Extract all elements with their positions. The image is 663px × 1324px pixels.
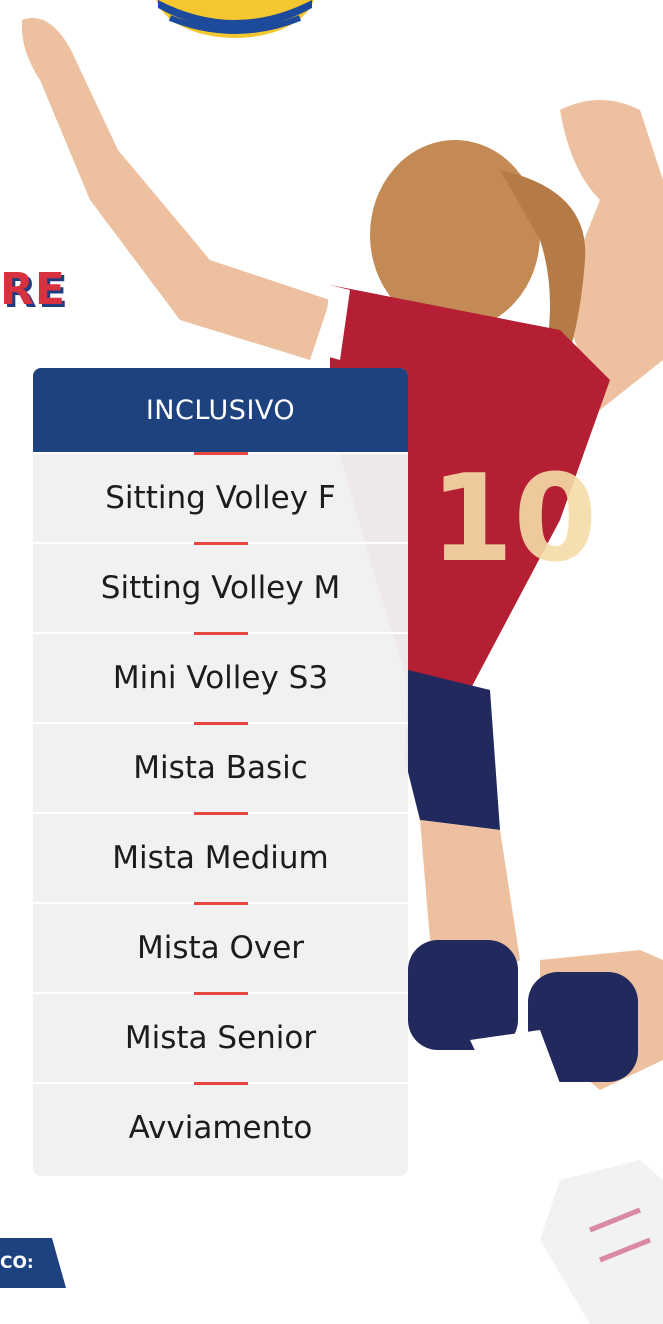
volleyball-icon [156,0,314,38]
category-item-sitting-volley-f[interactable]: Sitting Volley F [33,452,408,542]
category-list: Sitting Volley F Sitting Volley M Mini V… [33,452,408,1172]
category-item-avviamento[interactable]: Avviamento [33,1082,408,1172]
category-item-mini-volley-s3[interactable]: Mini Volley S3 [33,632,408,722]
svg-text:10: 10 [430,450,597,589]
category-item-mista-over[interactable]: Mista Over [33,902,408,992]
category-panel: INCLUSIVO Sitting Volley F Sitting Volle… [33,368,408,1176]
section-heading: RE [0,264,66,315]
category-item-mista-medium[interactable]: Mista Medium [33,812,408,902]
panel-title: INCLUSIVO [33,368,408,452]
category-item-mista-basic[interactable]: Mista Basic [33,722,408,812]
category-item-mista-senior[interactable]: Mista Senior [33,992,408,1082]
category-item-sitting-volley-m[interactable]: Sitting Volley M [33,542,408,632]
